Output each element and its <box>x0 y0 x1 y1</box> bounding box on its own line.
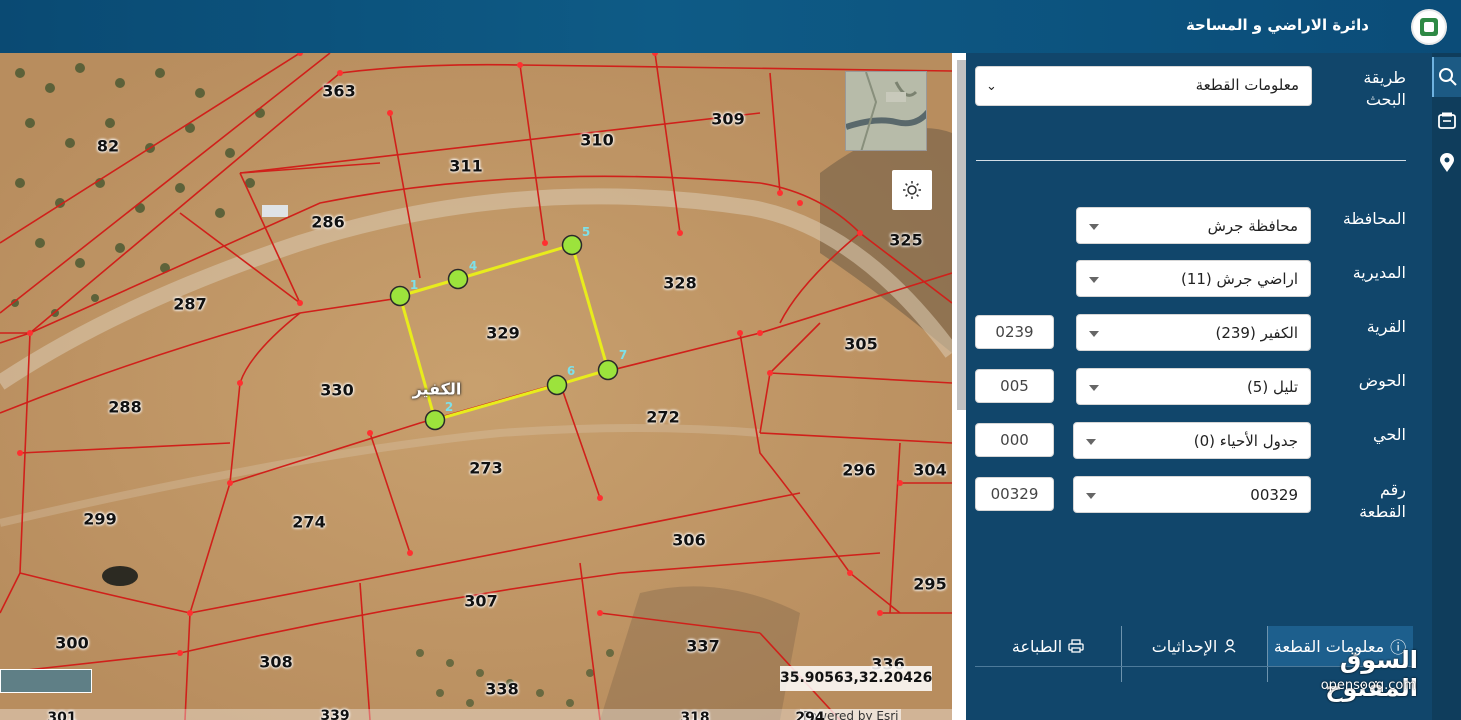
parcel-code-field[interactable]: 00329 <box>975 477 1054 511</box>
village-select[interactable]: الكفير (239) <box>1076 314 1311 351</box>
header-bar: دائرة الاراضي و المساحة <box>0 0 1461 53</box>
parcel-label[interactable]: 300 <box>55 634 88 653</box>
parcel-label[interactable]: 307 <box>464 592 497 611</box>
map-view[interactable]: 363 82 311 310 309 286 325 328 287 329 3… <box>0 53 952 720</box>
section-divider <box>976 160 1406 161</box>
search-icon <box>1438 68 1457 86</box>
caret-down-icon <box>1089 224 1099 230</box>
search-method-select[interactable]: معلومات القطعة ⌄ <box>975 66 1312 106</box>
caret-down-icon <box>1089 385 1099 391</box>
parcel-number-label: رقم القطعة <box>1359 480 1406 521</box>
parcel-label[interactable]: 295 <box>913 575 946 594</box>
vertex-number: 4 <box>468 259 478 273</box>
parcel-label[interactable]: 273 <box>469 459 502 478</box>
watermark-latin: opensooq.com <box>1320 678 1416 693</box>
search-method-value: معلومات القطعة <box>1195 76 1299 94</box>
location-pin-icon <box>1439 153 1454 172</box>
caret-down-icon <box>1086 493 1096 499</box>
district-code-field[interactable]: 000 <box>975 423 1054 457</box>
header-title: دائرة الاراضي و المساحة <box>1185 16 1369 34</box>
village-field-label: القرية <box>1366 317 1406 336</box>
basin-value: تليل (5) <box>1246 378 1298 396</box>
parcel-label[interactable]: 287 <box>173 295 206 314</box>
governorate-value: محافظة جرش <box>1207 217 1298 235</box>
vertex-number: 7 <box>618 348 628 362</box>
search-method-label: طريقة البحث <box>1363 68 1406 109</box>
scale-bar <box>0 669 92 693</box>
sun-icon <box>903 181 921 199</box>
printer-icon <box>1068 639 1084 653</box>
parcel-label[interactable]: 301 <box>47 710 76 720</box>
parcel-label[interactable]: 272 <box>646 408 679 427</box>
coordinates-readout: 35.90563,32.20426 <box>780 666 932 691</box>
map-tool-button[interactable] <box>1432 101 1461 141</box>
parcel-label[interactable]: 318 <box>680 710 709 720</box>
parcel-label[interactable]: 306 <box>672 531 705 550</box>
agency-logo[interactable] <box>1411 9 1447 45</box>
directorate-select[interactable]: اراضي جرش (11) <box>1076 260 1311 297</box>
parcel-label[interactable]: 286 <box>311 213 344 232</box>
app-root: دائرة الاراضي و المساحة 363 82 311 310 3… <box>0 0 1461 720</box>
watermark: السوق المفتوح opensooq.com <box>1270 640 1440 702</box>
directorate-value: اراضي جرش (11) <box>1180 270 1298 288</box>
parcel-label[interactable]: 309 <box>711 110 744 129</box>
tool-rail <box>1432 53 1461 720</box>
caret-down-icon <box>1089 331 1099 337</box>
tab-coordinates[interactable]: الإحداثيات <box>1122 626 1267 666</box>
parcel-label[interactable]: 311 <box>449 157 482 176</box>
parcel-label[interactable]: 339 <box>320 708 349 720</box>
parcel-label[interactable]: 330 <box>320 381 353 400</box>
parcel-label[interactable]: 329 <box>486 324 519 343</box>
tab-print[interactable]: الطباعة <box>975 626 1121 666</box>
district-value: جدول الأحياء (0) <box>1193 432 1298 450</box>
vertex-number: 5 <box>581 225 591 239</box>
tab-coordinates-label: الإحداثيات <box>1151 636 1218 656</box>
village-label: الكفير <box>412 379 462 399</box>
parcel-label[interactable]: 288 <box>108 398 141 417</box>
directorate-label: المديرية <box>1352 263 1406 282</box>
parcel-label[interactable]: 305 <box>844 335 877 354</box>
governorate-select[interactable]: محافظة جرش <box>1076 207 1311 244</box>
parcel-label[interactable]: 308 <box>259 653 292 672</box>
location-tool-button[interactable] <box>1432 143 1461 183</box>
vertex-number: 2 <box>444 400 454 414</box>
vertex-number: 1 <box>409 278 419 292</box>
parcel-number-value: 00329 <box>1250 486 1298 504</box>
district-select[interactable]: جدول الأحياء (0) <box>1073 422 1311 459</box>
parcel-label[interactable]: 304 <box>913 461 946 480</box>
basemap-toggle-button[interactable] <box>892 170 932 210</box>
caret-down-icon <box>1086 439 1096 445</box>
basin-select[interactable]: تليل (5) <box>1076 368 1311 405</box>
basin-code-field[interactable]: 005 <box>975 369 1054 403</box>
governorate-label: المحافظة <box>1342 209 1406 228</box>
watermark-arabic: السوق المفتوح <box>1325 646 1418 702</box>
village-code-field[interactable]: 0239 <box>975 315 1054 349</box>
satellite-map <box>0 53 952 720</box>
parcel-number-select[interactable]: 00329 <box>1073 476 1311 513</box>
district-label: الحي <box>1373 425 1406 444</box>
parcel-label[interactable]: 274 <box>292 513 325 532</box>
caret-down-icon <box>1089 277 1099 283</box>
parcel-label[interactable]: 82 <box>97 137 119 156</box>
basin-label: الحوض <box>1358 371 1406 390</box>
parcel-label[interactable]: 328 <box>663 274 696 293</box>
parcel-label[interactable]: 299 <box>83 510 116 529</box>
parcel-label[interactable]: 325 <box>889 231 922 250</box>
tab-print-label: الطباعة <box>1011 636 1063 656</box>
person-pin-icon <box>1224 639 1236 653</box>
parcel-label[interactable]: 296 <box>842 461 875 480</box>
vertex-number: 6 <box>566 364 576 378</box>
search-tool-button[interactable] <box>1432 57 1461 97</box>
minimap[interactable] <box>845 71 927 151</box>
parcel-label[interactable]: 363 <box>322 82 355 101</box>
village-value: الكفير (239) <box>1215 324 1298 342</box>
parcel-label[interactable]: 337 <box>686 637 719 656</box>
parcel-label[interactable]: 294 <box>795 710 824 720</box>
parcel-label[interactable]: 338 <box>485 680 518 699</box>
map-icon <box>1437 112 1456 129</box>
tab-separator <box>1267 626 1268 682</box>
parcel-label[interactable]: 310 <box>580 131 613 150</box>
chevron-down-icon: ⌄ <box>986 79 997 94</box>
